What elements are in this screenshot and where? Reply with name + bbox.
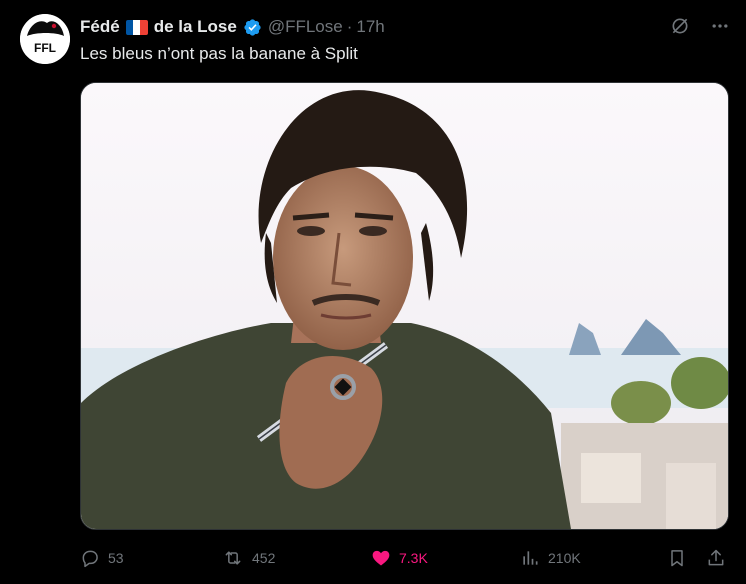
views-button[interactable]: 210K (520, 548, 581, 568)
reply-count: 53 (108, 550, 124, 566)
grok-button[interactable] (668, 14, 692, 38)
author-name-part1: Fédé (80, 17, 120, 36)
tweet-text: Les bleus n’ont pas la banane à Split (80, 44, 358, 63)
author-handle[interactable]: @FFLose (268, 17, 343, 37)
repost-button[interactable]: 452 (222, 548, 275, 568)
share-icon (708, 549, 724, 566)
author-name-part2: de la Lose (153, 17, 237, 36)
views-count: 210K (548, 550, 581, 566)
tweet-photo[interactable] (80, 82, 729, 530)
svg-text:FFL: FFL (34, 41, 56, 55)
photo-image (81, 83, 728, 529)
more-icon (712, 24, 728, 28)
views-icon (523, 551, 538, 565)
avatar[interactable]: FFL (20, 14, 70, 64)
grok-icon (672, 18, 688, 34)
tweet-header: Fédé de la Lose @FFLose · 17h (80, 14, 726, 40)
verified-badge-icon (244, 18, 261, 36)
reply-icon (82, 550, 98, 568)
bookmark-icon (671, 550, 683, 567)
like-button[interactable]: 7.3K (371, 548, 428, 568)
repost-icon (225, 551, 241, 565)
bookmark-button[interactable] (667, 548, 687, 568)
heart-icon (372, 550, 390, 566)
tweet-actions: 53 452 7.3K 210K (80, 540, 726, 576)
author-name[interactable]: Fédé de la Lose (80, 17, 237, 37)
repost-count: 452 (252, 550, 276, 566)
top-actions (668, 14, 732, 38)
french-flag-icon (125, 19, 148, 35)
separator-dot: · (346, 17, 353, 36)
more-button[interactable] (708, 14, 732, 38)
like-count: 7.3K (399, 550, 428, 566)
share-button[interactable] (706, 548, 726, 568)
ffl-logo-icon: FFL (20, 14, 70, 64)
tweet-time[interactable]: 17h (356, 17, 384, 37)
reply-button[interactable]: 53 (80, 548, 124, 568)
